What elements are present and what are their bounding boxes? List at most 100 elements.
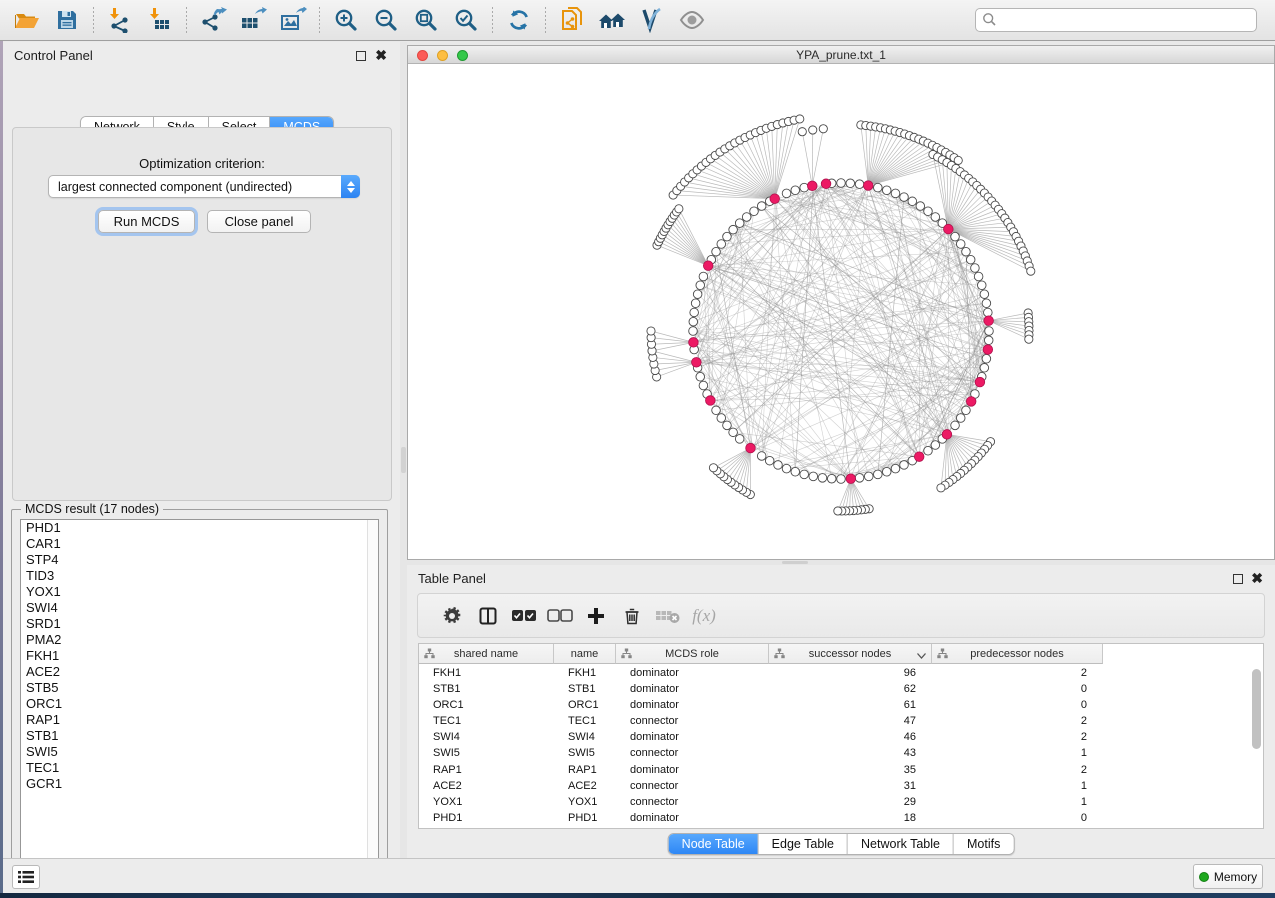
mcds-node-item[interactable]: SRD1 <box>21 616 378 632</box>
mcds-node-item[interactable]: GCR1 <box>21 776 378 792</box>
close-panel-icon[interactable]: ✖ <box>375 47 387 63</box>
mcds-node-item[interactable]: SWI5 <box>21 744 378 760</box>
save-session-icon[interactable] <box>50 4 84 36</box>
mcds-node-item[interactable]: STP4 <box>21 552 378 568</box>
search-icon <box>982 12 997 32</box>
mcds-node-item[interactable]: PHD1 <box>21 520 378 536</box>
mcds-node-item[interactable]: STB5 <box>21 680 378 696</box>
search-input[interactable] <box>975 8 1257 32</box>
table-settings-icon[interactable] <box>434 599 470 633</box>
table-scrollbar[interactable] <box>1249 666 1261 826</box>
toolbar-separator <box>545 7 546 33</box>
column-header-name[interactable]: name <box>554 644 616 664</box>
import-network-icon[interactable] <box>103 4 137 36</box>
import-table-icon[interactable] <box>143 4 177 36</box>
cell-name: ACE2 <box>554 778 616 794</box>
deselect-all-icon[interactable] <box>542 599 578 633</box>
mcds-tab-content: Optimization criterion: largest connecte… <box>12 127 392 501</box>
mcds-node-item[interactable]: SWI4 <box>21 600 378 616</box>
mcds-result-group: MCDS result (17 nodes) PHD1CAR1STP4TID3Y… <box>11 509 388 880</box>
tab-motifs[interactable]: Motifs <box>954 834 1013 854</box>
table-row[interactable]: SWI5SWI5connector431 <box>419 745 1263 761</box>
table-row[interactable]: SWI4SWI4dominator462 <box>419 729 1263 745</box>
close-panel-icon[interactable]: ✖ <box>1251 570 1263 586</box>
task-history-button[interactable] <box>12 865 40 889</box>
network-window-titlebar[interactable]: YPA_prune.txt_1 <box>408 46 1274 64</box>
delete-column-icon[interactable] <box>614 599 650 633</box>
mcds-node-item[interactable]: RAP1 <box>21 712 378 728</box>
tab-network-table[interactable]: Network Table <box>848 834 954 854</box>
column-type-icon <box>937 648 948 662</box>
function-builder-icon[interactable]: f(x) <box>686 599 722 633</box>
scrollbar-thumb[interactable] <box>1252 669 1261 749</box>
column-header-successor-nodes[interactable]: successor nodes <box>769 644 932 664</box>
tab-node-table[interactable]: Node Table <box>669 834 759 854</box>
table-row[interactable]: ORC1ORC1dominator610 <box>419 697 1263 713</box>
mcds-node-item[interactable]: STB1 <box>21 728 378 744</box>
network-canvas[interactable] <box>408 64 1274 559</box>
cell-shared-name: SWI4 <box>419 729 554 745</box>
cell-successor-nodes: 18 <box>769 810 932 826</box>
column-header-MCDS-role[interactable]: MCDS role <box>616 644 769 664</box>
float-panel-icon[interactable] <box>1233 574 1243 584</box>
cell-predecessor-nodes: 1 <box>932 745 1103 761</box>
first-neighbors-icon[interactable] <box>595 4 629 36</box>
cell-name: SWI5 <box>554 745 616 761</box>
optimization-criterion-value: largest connected component (undirected) <box>49 180 341 194</box>
splitter-handle[interactable] <box>782 561 808 564</box>
cell-successor-nodes: 46 <box>769 729 932 745</box>
float-panel-icon[interactable] <box>356 51 366 61</box>
mcds-node-item[interactable]: ACE2 <box>21 664 378 680</box>
cell-shared-name: YOX1 <box>419 794 554 810</box>
export-image-icon[interactable] <box>276 4 310 36</box>
mcds-node-item[interactable]: YOX1 <box>21 584 378 600</box>
delete-table-icon[interactable] <box>650 599 686 633</box>
table-row[interactable]: ACE2ACE2connector311 <box>419 778 1263 794</box>
show-graphics-details-icon[interactable] <box>675 4 709 36</box>
mcds-node-item[interactable]: CAR1 <box>21 536 378 552</box>
vertical-splitter[interactable] <box>400 42 407 858</box>
column-type-icon <box>621 648 632 662</box>
export-network-icon[interactable] <box>196 4 230 36</box>
table-row[interactable]: TEC1TEC1connector472 <box>419 713 1263 729</box>
zoom-in-icon[interactable] <box>329 4 363 36</box>
open-file-icon[interactable] <box>10 4 44 36</box>
tab-edge-table[interactable]: Edge Table <box>759 834 848 854</box>
mcds-node-item[interactable]: TEC1 <box>21 760 378 776</box>
table-row[interactable]: STB1STB1dominator620 <box>419 681 1263 697</box>
mcds-list-scrollbar[interactable] <box>367 520 378 870</box>
vizmapper-icon[interactable] <box>635 4 669 36</box>
refresh-icon[interactable] <box>502 4 536 36</box>
cell-name: RAP1 <box>554 762 616 778</box>
zoom-fit-icon[interactable] <box>409 4 443 36</box>
table-row[interactable]: PHD1PHD1dominator180 <box>419 810 1263 826</box>
mcds-result-list[interactable]: PHD1CAR1STP4TID3YOX1SWI4SRD1PMA2FKH1ACE2… <box>20 519 379 871</box>
table-row[interactable]: RAP1RAP1dominator352 <box>419 762 1263 778</box>
table-row[interactable]: FKH1FKH1dominator962 <box>419 665 1263 681</box>
table-panel-tabs: Node TableEdge TableNetwork TableMotifs <box>668 833 1015 855</box>
memory-button[interactable]: Memory <box>1193 864 1263 889</box>
cell-shared-name: ORC1 <box>419 697 554 713</box>
column-header-predecessor-nodes[interactable]: predecessor nodes <box>932 644 1103 664</box>
network-document-icon[interactable] <box>555 4 589 36</box>
mcds-node-item[interactable]: ORC1 <box>21 696 378 712</box>
mcds-node-item[interactable]: FKH1 <box>21 648 378 664</box>
column-header-shared-name[interactable]: shared name <box>419 644 554 664</box>
zoom-out-icon[interactable] <box>369 4 403 36</box>
export-table-icon[interactable] <box>236 4 270 36</box>
toolbar-separator <box>319 7 320 33</box>
status-bar: Memory <box>3 858 1275 893</box>
mcds-node-item[interactable]: PMA2 <box>21 632 378 648</box>
sort-descending-icon <box>917 650 926 662</box>
optimization-criterion-select[interactable]: largest connected component (undirected) <box>48 175 360 198</box>
splitter-handle[interactable] <box>401 447 406 473</box>
close-panel-button[interactable]: Close panel <box>207 210 311 233</box>
mcds-node-item[interactable]: TID3 <box>21 568 378 584</box>
add-column-icon[interactable] <box>578 599 614 633</box>
optimization-criterion-label: Optimization criterion: <box>13 156 391 171</box>
run-mcds-button[interactable]: Run MCDS <box>98 210 195 233</box>
select-all-icon[interactable] <box>506 599 542 633</box>
split-columns-icon[interactable] <box>470 599 506 633</box>
zoom-selected-icon[interactable] <box>449 4 483 36</box>
table-row[interactable]: YOX1YOX1connector291 <box>419 794 1263 810</box>
